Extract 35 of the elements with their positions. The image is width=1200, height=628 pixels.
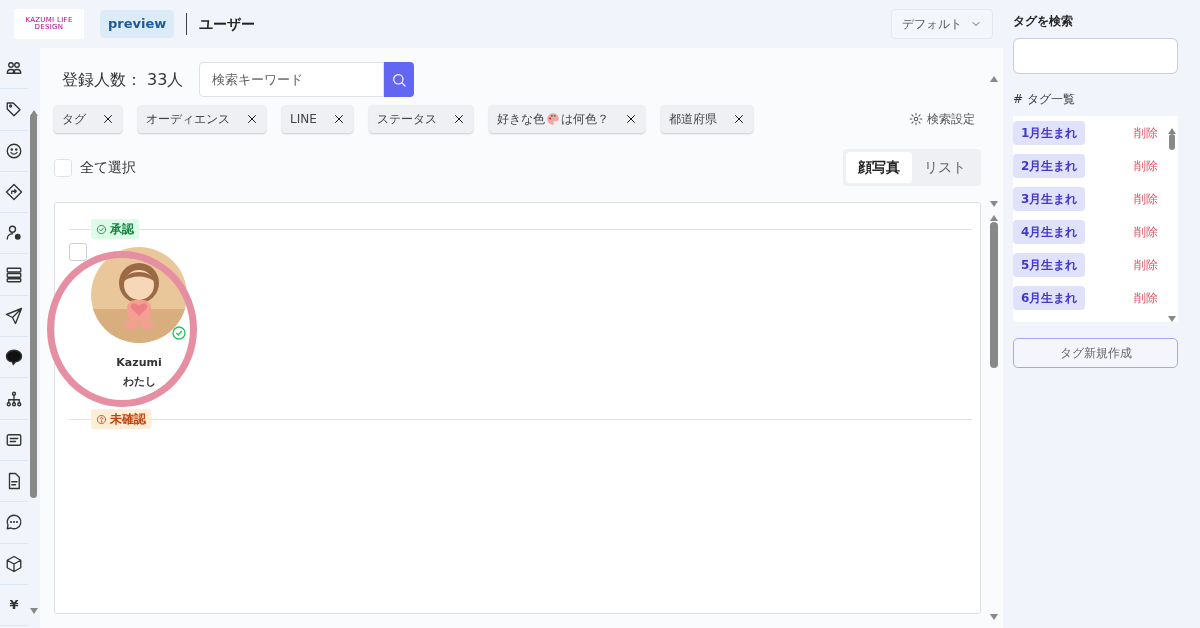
filter-label[interactable]: 都道府県 [660, 105, 725, 133]
select-all-label[interactable]: 全て選択 [80, 157, 136, 178]
search-field[interactable]: 検索キーワード [199, 62, 384, 97]
delete-link[interactable]: 削除 [1128, 122, 1164, 143]
status-label: 承認 [91, 219, 139, 239]
delete-link[interactable]: 削除 [1128, 254, 1164, 275]
filter-label[interactable]: ステータス [368, 105, 445, 133]
tag-chip[interactable]: 2月生まれ [1013, 153, 1086, 178]
tag-chip[interactable]: 4月生まれ [1013, 219, 1086, 244]
member-count: 登録人数： 33人 [62, 68, 184, 91]
search-settings-link[interactable]: 検索設定 [903, 109, 981, 129]
view-tab[interactable]: 顔写真 [846, 152, 912, 183]
page-title: ユーザー [199, 14, 256, 34]
currency-item[interactable]: ¥ [9, 595, 19, 615]
delete-link[interactable]: 削除 [1128, 287, 1164, 308]
status-label: 未確認 [91, 409, 151, 429]
filter-label[interactable]: オーディエンス [138, 105, 238, 133]
user-nickname: わたし [121, 373, 157, 390]
view-tab[interactable]: リスト [912, 152, 978, 183]
tag-chip[interactable]: 3月生まれ [1013, 186, 1086, 211]
tag-chip[interactable]: 5月生まれ [1013, 252, 1086, 277]
filter-label[interactable]: LINE [282, 105, 325, 133]
filter-label[interactable]: タグ [54, 105, 94, 133]
user-name[interactable]: Kazumi [69, 355, 209, 372]
filter-label[interactable]: 好きな色 は何色？ [488, 105, 617, 133]
preview-badge: preview [100, 10, 175, 38]
delete-link[interactable]: 削除 [1128, 155, 1164, 176]
tag-chip[interactable]: 1月生まれ [1013, 120, 1086, 145]
delete-link[interactable]: 削除 [1128, 188, 1164, 209]
create-tag-button[interactable]: タグ新規作成 [1013, 338, 1178, 368]
tag-chip[interactable]: 6月生まれ [1013, 285, 1086, 310]
view-dropdown[interactable]: デフォルト [891, 9, 993, 39]
panel-label: タグを検索 [1013, 13, 1074, 30]
list-heading: # タグ一覧 [1013, 91, 1076, 108]
delete-link[interactable]: 削除 [1128, 221, 1164, 242]
